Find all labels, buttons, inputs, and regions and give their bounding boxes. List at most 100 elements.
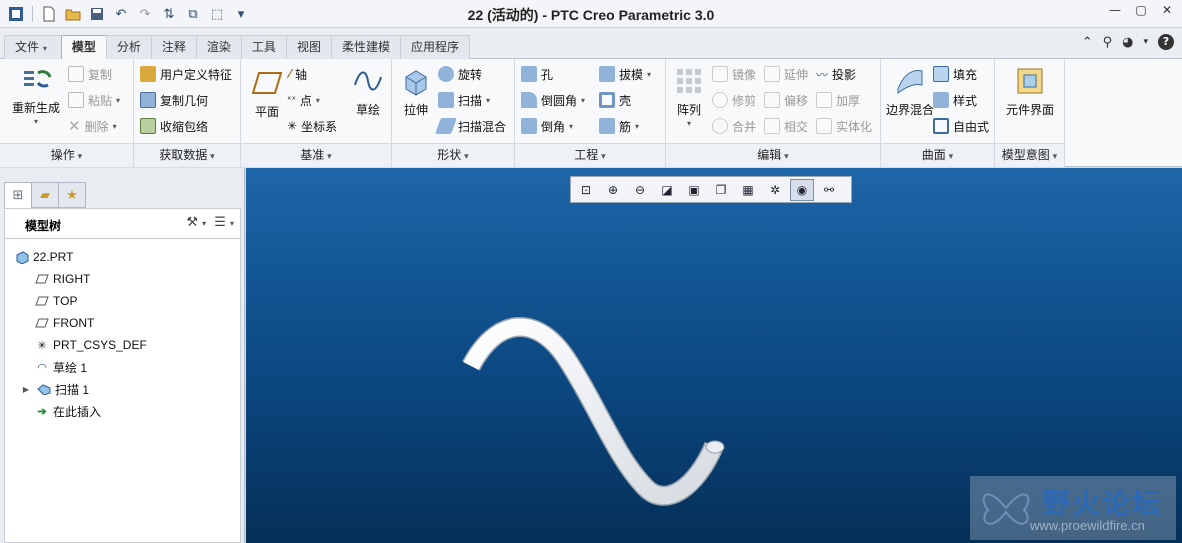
axis-icon: ⁄ [289, 67, 292, 81]
tab-view[interactable]: 视图 [285, 35, 332, 59]
tab-applications[interactable]: 应用程序 [399, 35, 470, 59]
pattern-button[interactable]: 阵列 ▾ [670, 65, 708, 131]
component-interface-icon [1017, 68, 1043, 94]
collapse-ribbon-icon[interactable]: ⌃ [1082, 35, 1093, 50]
extend-button[interactable]: 延伸 [764, 63, 808, 85]
round-icon [521, 92, 537, 108]
group-model-intent: 元件界面 模型意图 [995, 59, 1065, 167]
close-icon[interactable]: ✕ [1160, 3, 1174, 19]
paste-button[interactable]: 粘贴 ▾ [68, 89, 120, 111]
group-title[interactable]: 模型意图 [995, 143, 1064, 167]
tab-annotate[interactable]: 注释 [150, 35, 197, 59]
graphics-viewport[interactable]: ⊡ ⊕ ⊖ ◪ ▣ ❐ ▦ ✲ ◉ ⚯ 野火论坛 www.proewildfir… [246, 168, 1182, 543]
ribbon-tabs: 文件 ▾ 模型 分析 注释 渲染 工具 视图 柔性建模 应用程序 [4, 35, 470, 60]
favorites-tab[interactable]: ★ [58, 182, 86, 208]
tree-item-csys[interactable]: ✳ PRT_CSYS_DEF [35, 335, 146, 355]
model-tree: 22.PRT RIGHT TOP FRONT ✳ PRT_CSYS_DEF ◠ … [4, 238, 241, 543]
offset-icon [764, 92, 780, 108]
project-button[interactable]: 〰投影 [816, 63, 856, 85]
freestyle-icon [933, 118, 949, 134]
merge-button[interactable]: 合并 [712, 115, 756, 137]
draft-button[interactable]: 拔模 ▾ [599, 63, 651, 85]
point-icon: ˣˣ [287, 94, 296, 106]
udf-button[interactable]: 用户定义特征 [140, 63, 232, 85]
community-icon[interactable]: ◕ [1122, 35, 1133, 50]
intersect-button[interactable]: 相交 [764, 115, 808, 137]
tree-item-insert-here[interactable]: ➔ 在此插入 [35, 401, 101, 421]
tree-item-right[interactable]: RIGHT [35, 269, 90, 289]
thicken-button[interactable]: 加厚 [816, 89, 860, 111]
tab-analysis[interactable]: 分析 [105, 35, 152, 59]
group-title[interactable]: 获取数据 [134, 143, 240, 167]
shell-icon [599, 92, 615, 108]
delete-button[interactable]: ✕ 删除 ▾ [68, 115, 117, 137]
sweep-icon [438, 92, 454, 108]
plane-button[interactable]: 平面 [247, 67, 287, 119]
extend-icon [764, 66, 780, 82]
tree-item-sweep[interactable]: ▶ 扫描 1 [19, 379, 89, 399]
tab-flexible-modeling[interactable]: 柔性建模 [330, 35, 401, 59]
chevron-down-icon[interactable]: ▾ [1143, 37, 1148, 47]
title-bar: ↶ ↷ ⇅ ⧉ ⬚ ▾ 22 (活动的) - PTC Creo Parametr… [0, 0, 1182, 28]
round-button[interactable]: 倒圆角 ▾ [521, 89, 585, 111]
regenerate-button[interactable]: 重新生成 ▾ [8, 63, 64, 129]
datum-plane-icon [35, 316, 49, 330]
group-title[interactable]: 基准 [241, 143, 391, 167]
copy-button[interactable]: 复制 [68, 63, 112, 85]
folder-browser-tab[interactable]: ▰ [31, 182, 59, 208]
draft-icon [599, 66, 615, 82]
tree-item-top[interactable]: TOP [35, 291, 77, 311]
copy-geometry-icon [140, 92, 156, 108]
maximize-icon[interactable]: ▢ [1134, 3, 1148, 19]
sketch-button[interactable]: 草绘 [349, 65, 387, 117]
hole-button[interactable]: 孔 [521, 63, 553, 85]
tree-item-sketch[interactable]: ◠ 草绘 1 [35, 357, 87, 377]
group-title[interactable]: 工程 [515, 143, 665, 167]
copy-geometry-button[interactable]: 复制几何 [140, 89, 208, 111]
folder-icon: ▰ [40, 187, 50, 203]
minimize-icon[interactable]: — [1108, 3, 1122, 19]
search-icon[interactable]: ⚲ [1103, 35, 1113, 50]
swept-blend-button[interactable]: 扫描混合 [435, 115, 506, 137]
boundary-blend-button[interactable]: 边界混合 [885, 65, 935, 117]
watermark: 野火论坛 www.proewildfire.cn [970, 476, 1176, 540]
csys-icon: ✳ [287, 119, 298, 133]
group-title[interactable]: 操作 [0, 143, 133, 167]
help-icon[interactable]: ? [1158, 34, 1174, 50]
sweep-button[interactable]: 扫描 ▾ [438, 89, 490, 111]
group-title[interactable]: 编辑 [666, 143, 880, 167]
fill-button[interactable]: 填充 [933, 63, 977, 85]
tab-file[interactable]: 文件 ▾ [4, 35, 62, 59]
trim-button[interactable]: 修剪 [712, 89, 756, 111]
tab-render[interactable]: 渲染 [195, 35, 242, 59]
offset-button[interactable]: 偏移 [764, 89, 808, 111]
style-button[interactable]: 样式 [933, 89, 977, 111]
mirror-button[interactable]: 镜像 [712, 63, 756, 85]
tab-tools[interactable]: 工具 [240, 35, 287, 59]
group-title[interactable]: 形状 [392, 143, 514, 167]
datum-plane-icon [35, 294, 49, 308]
part-icon [15, 250, 29, 264]
group-title[interactable]: 曲面 [881, 143, 994, 167]
show-icon[interactable]: ☰ ▾ [214, 215, 234, 230]
extrude-button[interactable]: 拉伸 [398, 65, 434, 117]
rib-button[interactable]: 筋 ▾ [599, 115, 639, 137]
chamfer-button[interactable]: 倒角 ▾ [521, 115, 573, 137]
shell-button[interactable]: 壳 [599, 89, 631, 111]
tab-model[interactable]: 模型 [60, 35, 107, 60]
freestyle-button[interactable]: 自由式 [933, 115, 989, 137]
expand-arrow-icon[interactable]: ▶ [19, 382, 33, 396]
model-tree-tab[interactable]: ⊞ [4, 182, 32, 208]
model-tree-tools: ⚒ ▾ ☰ ▾ [186, 215, 234, 230]
tree-item-front[interactable]: FRONT [35, 313, 94, 333]
solidify-button[interactable]: 实体化 [816, 115, 872, 137]
datum-plane-icon [35, 272, 49, 286]
axis-button[interactable]: ⁄ 轴 [289, 63, 307, 85]
settings-icon[interactable]: ⚒ ▾ [186, 215, 206, 230]
revolve-button[interactable]: 旋转 [438, 63, 482, 85]
csys-button[interactable]: ✳ 坐标系 [287, 115, 337, 137]
component-interface-button[interactable]: 元件界面 [1001, 65, 1059, 117]
shrinkwrap-button[interactable]: 收缩包络 [140, 115, 208, 137]
tree-item-part[interactable]: 22.PRT [15, 247, 73, 267]
point-button[interactable]: ˣˣ 点 ▾ [287, 89, 320, 111]
